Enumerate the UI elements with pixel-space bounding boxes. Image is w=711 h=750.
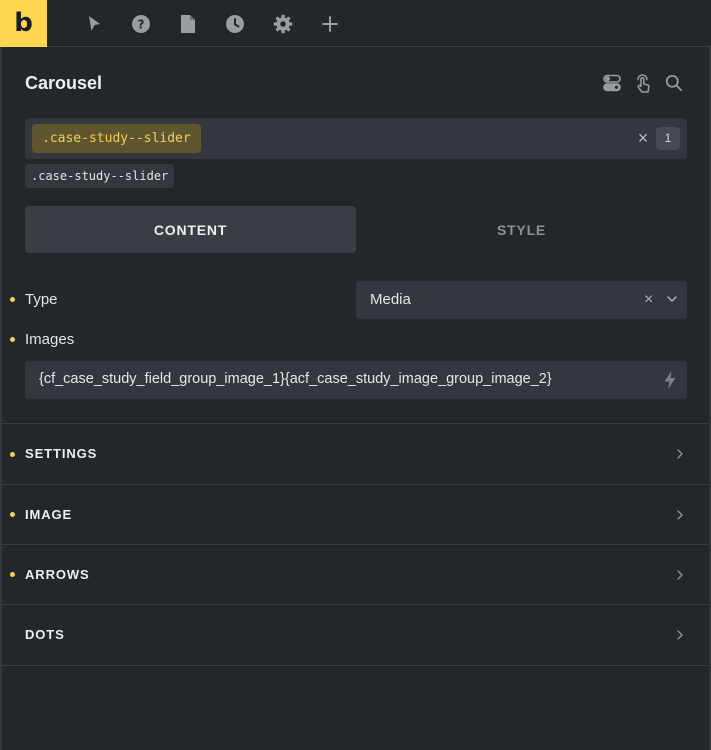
chevron-right-icon (677, 510, 683, 520)
section-label: ARROWS (25, 567, 90, 582)
tab-content[interactable]: CONTENT (25, 206, 356, 253)
divider (2, 665, 709, 666)
search-icon[interactable] (664, 73, 684, 93)
clear-class-button[interactable]: × (635, 128, 651, 148)
class-selector-input[interactable]: .case-study--slider × 1 (25, 118, 687, 159)
svg-text:?: ? (138, 18, 145, 32)
tab-style[interactable]: STYLE (356, 206, 687, 253)
cursor-icon[interactable] (82, 12, 106, 36)
type-select[interactable]: Media × (356, 281, 687, 319)
settings-icon[interactable] (271, 12, 295, 36)
help-icon[interactable]: ? (129, 12, 153, 36)
section-arrows[interactable]: ARROWS (2, 545, 709, 605)
section-label: DOTS (25, 627, 65, 642)
dynamic-data-icon[interactable] (661, 370, 679, 390)
images-input[interactable]: {cf_case_study_field_group_image_1}{acf_… (25, 361, 687, 399)
applied-class-chip[interactable]: .case-study--slider (25, 164, 175, 188)
modified-indicator (10, 337, 15, 342)
builder-logo[interactable]: b (0, 0, 47, 47)
chevron-right-icon (677, 449, 683, 459)
images-label: Images (25, 331, 75, 348)
chevron-right-icon (677, 630, 683, 640)
chevron-down-icon[interactable] (665, 292, 679, 306)
modified-indicator (10, 452, 15, 457)
section-image[interactable]: IMAGE (2, 485, 709, 545)
logo-text: b (14, 7, 33, 38)
section-label: SETTINGS (25, 446, 98, 461)
class-count-badge[interactable]: 1 (656, 127, 680, 150)
images-value: {cf_case_study_field_group_image_1}{acf_… (39, 371, 552, 387)
modified-indicator (10, 297, 15, 302)
toggle-icon[interactable] (602, 73, 622, 93)
modified-indicator (10, 572, 15, 577)
section-settings[interactable]: SETTINGS (2, 424, 709, 484)
type-clear-button[interactable]: × (644, 290, 653, 310)
add-icon[interactable] (318, 12, 342, 36)
section-dots[interactable]: DOTS (2, 605, 709, 665)
chevron-right-icon (677, 570, 683, 580)
type-label: Type (25, 291, 58, 308)
page-icon[interactable] (176, 12, 200, 36)
history-icon[interactable] (223, 12, 247, 36)
active-class-chip[interactable]: .case-study--slider (32, 124, 201, 153)
panel-title: Carousel (25, 73, 103, 93)
touch-icon[interactable] (633, 73, 653, 93)
section-label: IMAGE (25, 507, 73, 522)
type-select-value: Media (370, 291, 411, 308)
modified-indicator (10, 512, 15, 517)
top-toolbar: b ? (0, 0, 711, 47)
